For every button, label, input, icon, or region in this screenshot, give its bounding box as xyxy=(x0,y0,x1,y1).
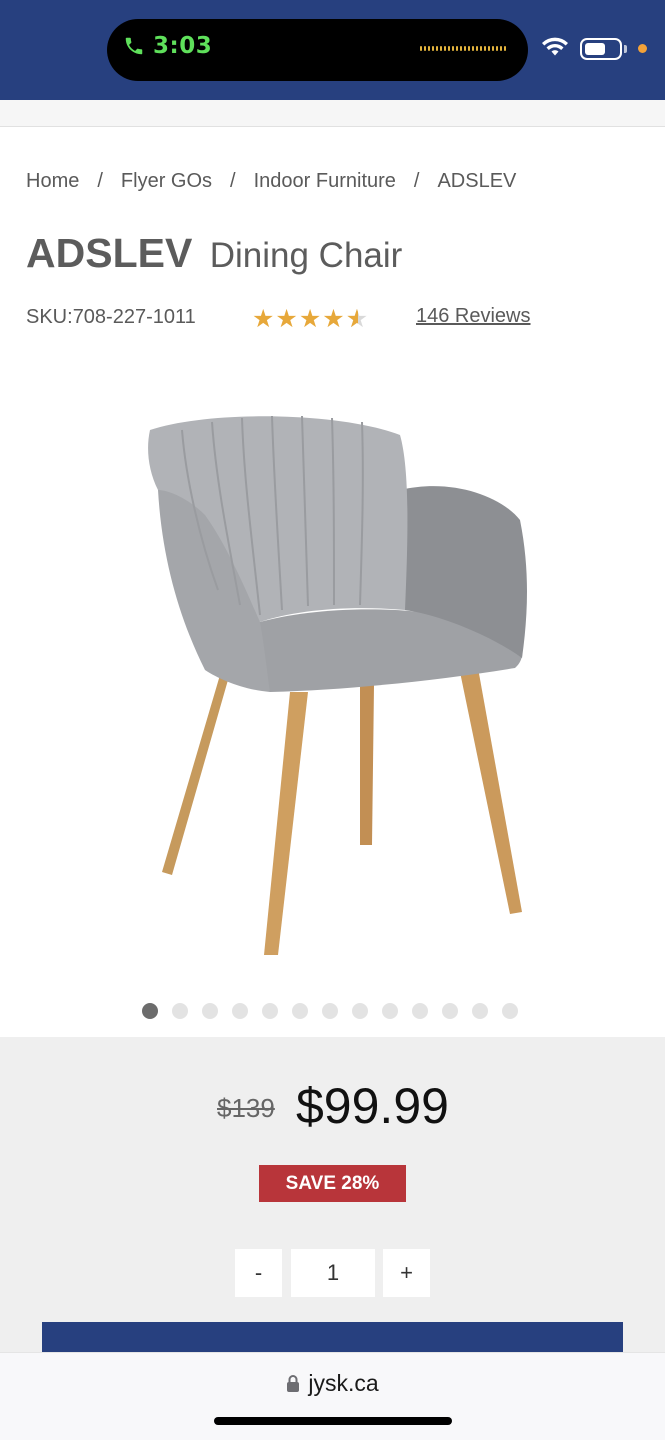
star-icon: ★ xyxy=(322,305,345,333)
chair-image[interactable] xyxy=(120,400,550,970)
carousel-dot[interactable] xyxy=(412,1003,428,1019)
call-time: 3:03 xyxy=(153,33,213,59)
sale-price: $99.99 xyxy=(296,1078,449,1134)
lock-icon xyxy=(287,1374,300,1392)
reviews-link[interactable]: 146 Reviews xyxy=(416,305,531,328)
carousel-dot[interactable] xyxy=(502,1003,518,1019)
carousel-dot[interactable] xyxy=(472,1003,488,1019)
breadcrumb-current: ADSLEV xyxy=(437,170,517,192)
carousel-dot[interactable] xyxy=(292,1003,308,1019)
rating-stars[interactable]: ★ ★ ★ ★ ★ xyxy=(252,304,368,334)
privacy-indicator-dot xyxy=(638,44,647,53)
quantity-decrease-button[interactable]: - xyxy=(235,1249,282,1297)
url-text: jysk.ca xyxy=(308,1370,379,1396)
half-star-icon: ★ xyxy=(346,304,368,334)
status-bar: 3:03 xyxy=(0,0,665,100)
breadcrumb-indoor-furniture[interactable]: Indoor Furniture xyxy=(254,170,396,193)
breadcrumb: Home / Flyer GOs / Indoor Furniture / AD… xyxy=(26,170,516,193)
carousel-dot[interactable] xyxy=(202,1003,218,1019)
phone-icon xyxy=(125,37,143,55)
star-icon: ★ xyxy=(275,305,298,333)
sku: SKU:708-227-1011 xyxy=(26,306,196,329)
quantity-increase-button[interactable]: + xyxy=(383,1249,430,1297)
breadcrumb-separator: / xyxy=(413,170,420,192)
carousel-dot[interactable] xyxy=(262,1003,278,1019)
sku-value: 708-227-1011 xyxy=(72,306,196,328)
breadcrumb-separator: / xyxy=(230,170,236,192)
product-name: ADSLEV xyxy=(26,230,193,276)
audio-waveform-icon xyxy=(420,46,506,51)
carousel-dot[interactable] xyxy=(172,1003,188,1019)
dynamic-island[interactable]: 3:03 xyxy=(107,19,528,81)
sku-label: SKU: xyxy=(26,306,73,328)
home-indicator[interactable] xyxy=(214,1417,452,1425)
breadcrumb-separator: / xyxy=(97,170,103,192)
wifi-icon xyxy=(542,37,568,56)
product-type: Dining Chair xyxy=(209,236,403,275)
url-display[interactable]: jysk.ca xyxy=(0,1370,665,1397)
carousel-dot[interactable] xyxy=(382,1003,398,1019)
save-badge: SAVE 28% xyxy=(259,1165,406,1202)
battery-icon xyxy=(580,38,622,60)
breadcrumb-home[interactable]: Home xyxy=(26,170,79,193)
site-header xyxy=(0,100,665,127)
carousel-dot-active[interactable] xyxy=(142,1003,158,1019)
carousel-dot[interactable] xyxy=(352,1003,368,1019)
carousel-dot[interactable] xyxy=(322,1003,338,1019)
carousel-dot[interactable] xyxy=(442,1003,458,1019)
active-call-indicator[interactable]: 3:03 xyxy=(123,33,212,59)
breadcrumb-flyer-gos[interactable]: Flyer GOs xyxy=(121,170,212,193)
image-carousel-dots xyxy=(142,1003,518,1019)
star-icon: ★ xyxy=(252,305,275,333)
star-icon: ★ xyxy=(298,305,322,333)
carousel-dot[interactable] xyxy=(232,1003,248,1019)
original-price: $139 xyxy=(217,1093,275,1123)
quantity-input[interactable]: 1 xyxy=(291,1249,375,1297)
product-title: ADSLEV Dining Chair xyxy=(26,230,402,277)
